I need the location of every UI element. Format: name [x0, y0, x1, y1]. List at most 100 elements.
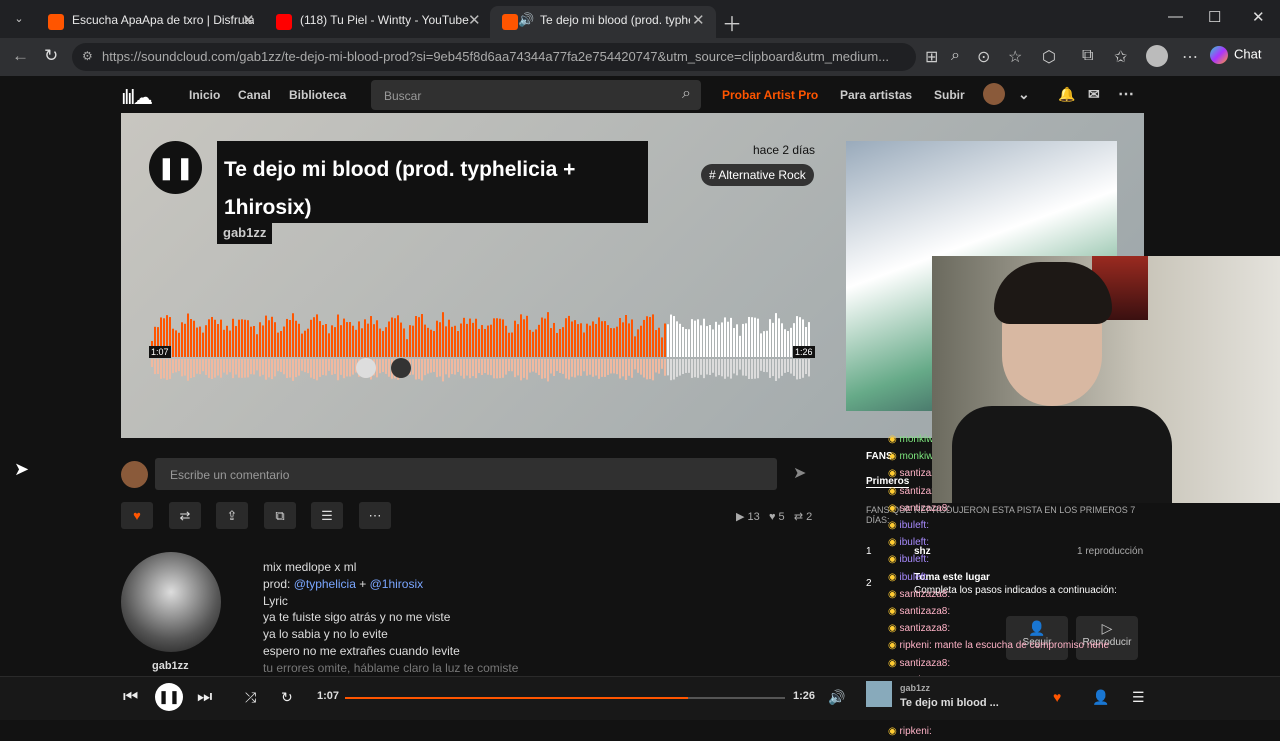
waveform-bar: [406, 339, 408, 357]
close-window-icon[interactable]: ✕: [1252, 8, 1265, 26]
chevron-down-icon[interactable]: ⌄: [1018, 86, 1030, 103]
waveform-bar: [304, 330, 306, 357]
search-input[interactable]: Buscar ⌕: [371, 80, 701, 110]
speaker-icon: 🔊: [518, 12, 535, 27]
profile-avatar[interactable]: [1146, 45, 1168, 67]
tab-3-active[interactable]: 🔊 Te dejo mi blood (prod. typhe: [490, 6, 716, 38]
comment-avatar[interactable]: [356, 358, 376, 378]
maximize-icon[interactable]: ☐: [1208, 8, 1221, 26]
comment-input[interactable]: Escribe un comentario: [155, 458, 777, 490]
mention-link[interactable]: @typhelicia: [294, 577, 356, 591]
player-pause-button[interactable]: ❚❚: [155, 683, 183, 711]
close-tab-icon[interactable]: ✕: [242, 11, 255, 29]
close-tab-icon[interactable]: ✕: [692, 11, 705, 29]
close-tab-1-icon[interactable]: ✕: [468, 11, 481, 29]
artist-name[interactable]: gab1zz: [152, 660, 189, 672]
waveform-bar: [691, 319, 693, 357]
track-artist[interactable]: gab1zz: [217, 221, 273, 244]
waveform-bar: [418, 317, 420, 357]
waveform-reflection-bar: [502, 359, 504, 378]
extensions-icon[interactable]: ⬡: [1042, 47, 1056, 67]
share-button[interactable]: ⇪: [216, 502, 248, 529]
waveform-bar: [187, 313, 189, 357]
now-playing-artist[interactable]: gab1zz: [900, 683, 930, 693]
settings-more-icon[interactable]: ⋯: [1182, 47, 1198, 67]
waveform-reflection-bar: [421, 359, 423, 381]
waveform-reflection-bar: [217, 359, 219, 376]
url-field[interactable]: ⚙ https://soundcloud.com/gab1zz/te-dejo-…: [72, 43, 916, 71]
new-tab-icon[interactable]: ＋: [722, 8, 742, 37]
search-icon[interactable]: ⌕: [682, 85, 691, 103]
waveform-bar: [175, 330, 177, 357]
like-icon[interactable]: ♥: [1053, 689, 1061, 705]
notifications-bell-icon[interactable]: 🔔: [1058, 86, 1075, 103]
nav-canal[interactable]: Canal: [238, 88, 271, 102]
waveform-reflection-bar: [490, 359, 492, 376]
waveform-reflection-bar: [580, 359, 582, 376]
soundcloud-logo-icon[interactable]: ılıl☁: [121, 85, 153, 110]
messages-icon[interactable]: ✉: [1088, 86, 1100, 103]
nav-inicio[interactable]: Inicio: [189, 88, 220, 102]
progress-bar[interactable]: [345, 697, 785, 699]
add-to-playlist-button[interactable]: ☰: [311, 502, 343, 529]
waveform-bar: [208, 319, 210, 357]
follow-user-icon[interactable]: 👤: [1092, 689, 1109, 706]
repeat-icon[interactable]: ↻: [281, 689, 293, 706]
waveform-bar: [493, 318, 495, 357]
waveform[interactable]: [151, 303, 813, 383]
back-icon[interactable]: ←: [12, 46, 29, 66]
waveform-reflection-bar: [289, 359, 291, 378]
waveform-bar: [517, 324, 519, 357]
genre-tag[interactable]: # Alternative Rock: [701, 164, 814, 186]
repost-button[interactable]: ⇄: [169, 502, 201, 529]
send-icon[interactable]: ➤: [793, 463, 806, 483]
previous-icon[interactable]: ⏮: [123, 687, 138, 707]
chat-username: ibuleft:: [899, 554, 929, 566]
chat-username: santizaza8:: [899, 623, 951, 635]
volume-icon[interactable]: 🔊: [828, 689, 845, 706]
waveform-bar: [784, 329, 786, 357]
now-playing-artwork[interactable]: [866, 681, 892, 707]
upload-link[interactable]: Subir: [934, 88, 965, 102]
minimize-icon[interactable]: —: [1168, 8, 1183, 25]
nav-biblioteca[interactable]: Biblioteca: [289, 88, 346, 102]
split-screen-icon[interactable]: ⧉: [1082, 47, 1093, 65]
apps-icon[interactable]: ⊞: [925, 47, 938, 67]
more-icon[interactable]: ⋯: [1118, 84, 1134, 104]
waveform-reflection-bar: [514, 359, 516, 378]
mention-link[interactable]: @1hirosix: [370, 577, 424, 591]
queue-icon[interactable]: ☰: [1132, 689, 1145, 706]
comment-avatar[interactable]: [391, 358, 411, 378]
waveform-reflection-bar: [178, 359, 180, 372]
tab-1[interactable]: Escucha ApaApa de txro | Disfruta: [36, 6, 262, 38]
waveform-reflection-bar: [436, 359, 438, 378]
copy-link-button[interactable]: ⧉: [264, 502, 296, 529]
user-avatar[interactable]: [983, 83, 1005, 105]
now-playing-title[interactable]: Te dejo mi blood ...: [900, 697, 999, 709]
waveform-reflection-bar: [808, 359, 810, 377]
waveform-reflection-bar: [766, 359, 768, 373]
artist-pro-link[interactable]: Probar Artist Pro: [722, 88, 818, 102]
waveform-reflection-bar: [424, 359, 426, 376]
waveform-reflection-bar: [295, 359, 297, 378]
site-info-icon[interactable]: ⚙: [82, 49, 93, 63]
waveform-bar: [574, 320, 576, 357]
tab-search-dropdown-icon[interactable]: ⌄: [6, 8, 32, 30]
more-actions-button[interactable]: ⋯: [359, 502, 391, 529]
waveform-reflection-bar: [307, 359, 309, 374]
artist-avatar[interactable]: [121, 552, 221, 652]
reload-icon[interactable]: ↻: [44, 46, 58, 66]
shuffle-icon[interactable]: ⤮: [245, 689, 256, 706]
waveform-reflection-bar: [754, 359, 756, 379]
waveform-reflection-bar: [250, 359, 252, 375]
for-artists-link[interactable]: Para artistas: [840, 88, 912, 102]
favorites-icon[interactable]: ✩: [1114, 47, 1127, 67]
like-button[interactable]: ♥: [121, 502, 153, 529]
next-icon[interactable]: ⏭: [197, 687, 212, 707]
zoom-icon[interactable]: ⌕: [951, 47, 960, 65]
favorite-star-icon[interactable]: ☆: [1008, 47, 1022, 67]
copilot-chat-button[interactable]: Chat: [1210, 46, 1261, 64]
more-tools-icon[interactable]: ⊙: [977, 47, 990, 67]
tab-2[interactable]: (118) Tu Piel - Wintty - YouTube: [264, 6, 490, 38]
pause-button[interactable]: ❚❚: [149, 141, 202, 194]
